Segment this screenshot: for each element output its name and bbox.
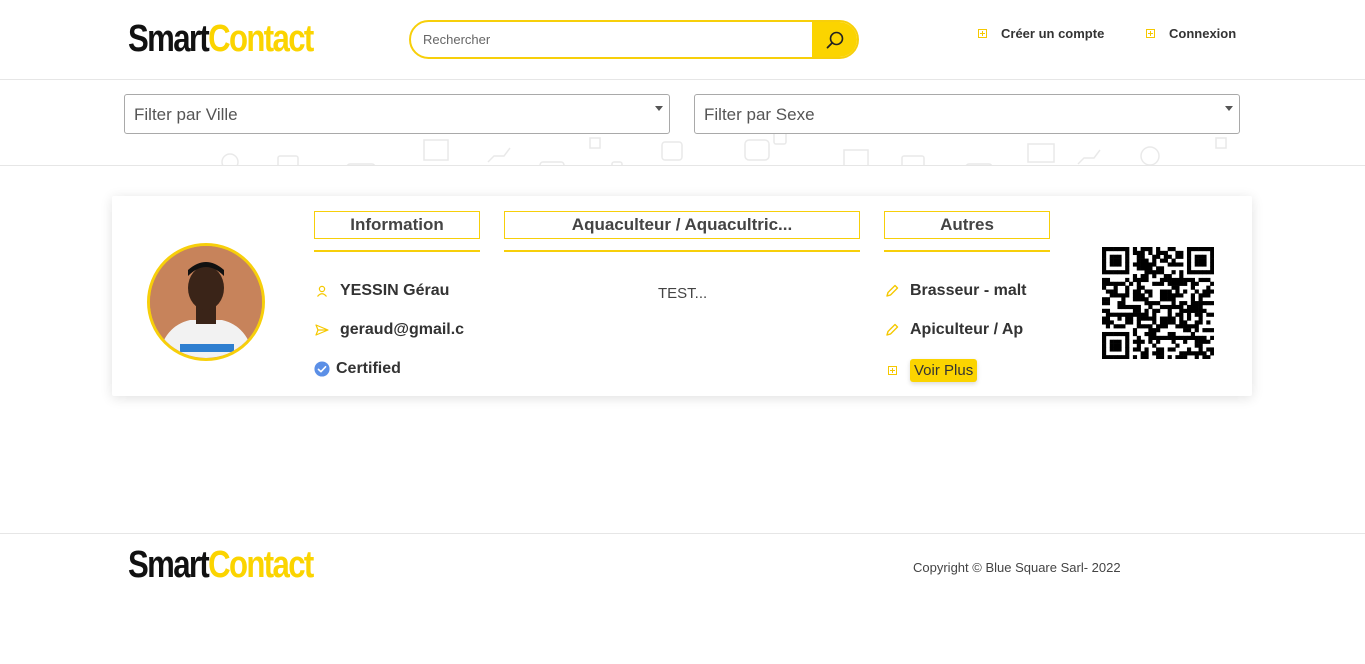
logo[interactable]: SmartContact [128, 18, 314, 60]
voir-plus-button[interactable]: Voir Plus [910, 359, 978, 382]
login-link[interactable]: Connexion [1146, 26, 1236, 41]
pencil-icon [884, 323, 900, 337]
city-filter-placeholder: Filter par Ville [134, 105, 238, 124]
chevron-down-icon [655, 106, 663, 111]
info-email-row: geraud@gmail.c [314, 321, 464, 339]
search-input[interactable] [411, 22, 812, 57]
contact-name: YESSIN Gérau [340, 282, 450, 299]
column-underline [314, 250, 480, 252]
verified-badge-icon [314, 360, 330, 378]
city-filter-select[interactable]: Filter par Ville [124, 94, 670, 134]
column-underline [504, 250, 860, 252]
column-title-others: Autres [884, 211, 1050, 239]
logo-part-smart: Smart [128, 544, 210, 586]
profession-description: TEST... [658, 285, 708, 302]
create-account-label: Créer un compte [1001, 26, 1105, 41]
footer: SmartContact Copyright © Blue Square Sar… [0, 533, 1365, 664]
pencil-icon [884, 284, 900, 298]
search-button[interactable] [812, 22, 857, 57]
column-underline [884, 250, 1050, 252]
column-title-information: Information [314, 211, 480, 239]
create-account-link[interactable]: Créer un compte [978, 26, 1104, 41]
footer-logo[interactable]: SmartContact [128, 544, 314, 586]
sex-filter-select[interactable]: Filter par Sexe [694, 94, 1240, 134]
send-icon [314, 324, 330, 336]
sex-filter-placeholder: Filter par Sexe [704, 105, 815, 124]
contact-email: geraud@gmail.c [340, 321, 465, 338]
more-row: Voir Plus [884, 359, 978, 382]
other-profession-label: Brasseur - malt [910, 282, 1027, 299]
column-title-profession: Aquaculteur / Aquacultric... [504, 211, 860, 239]
chevron-down-icon [1225, 106, 1233, 111]
copyright-text: Copyright © Blue Square Sarl- 2022 [913, 560, 1121, 575]
filter-bar: Filter par Ville Filter par Sexe [0, 80, 1365, 166]
avatar-image [150, 246, 262, 358]
qr-code-icon[interactable] [1102, 247, 1214, 359]
logo-part-contact: Contact [208, 544, 314, 586]
info-name-row: YESSIN Gérau [314, 282, 449, 300]
info-certified-row: Certified [314, 360, 401, 378]
login-label: Connexion [1169, 26, 1237, 41]
plus-square-icon [978, 29, 987, 38]
certified-label: Certified [336, 360, 401, 377]
search-bar [409, 20, 859, 59]
avatar[interactable] [147, 243, 265, 361]
logo-part-smart: Smart [128, 18, 210, 60]
profile-card[interactable]: Information Aquaculteur / Aquacultric...… [112, 196, 1252, 396]
user-icon [314, 285, 330, 297]
search-icon [826, 31, 843, 49]
header: SmartContact Créer un compte Connexion [0, 0, 1365, 80]
other-profession-item: Brasseur - malt [884, 282, 1027, 300]
plus-square-icon [884, 366, 900, 375]
plus-square-icon [1146, 29, 1155, 38]
logo-part-contact: Contact [208, 18, 314, 60]
other-profession-label: Apiculteur / Ap [910, 321, 1024, 338]
other-profession-item: Apiculteur / Ap [884, 321, 1023, 339]
